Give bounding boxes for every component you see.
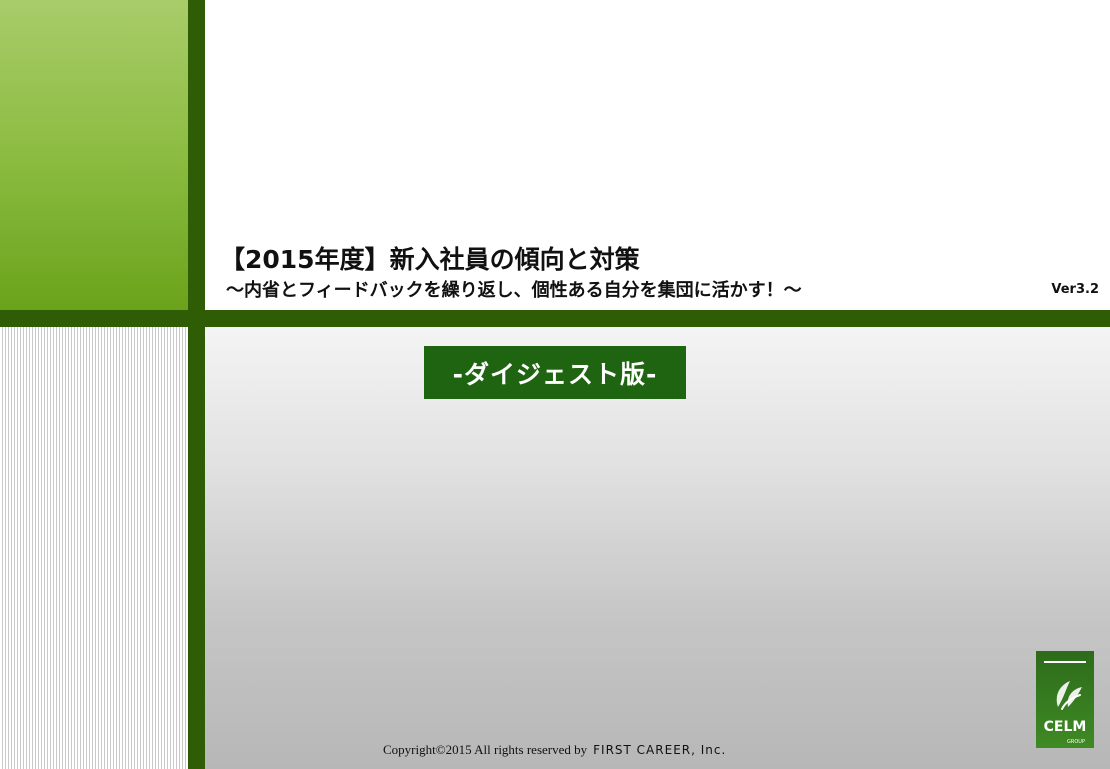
celm-group-logo: CELM GROUP [1036,651,1094,748]
vertical-divider-bar [188,0,205,769]
slide-title: 【2015年度】新入社員の傾向と対策 [220,245,640,274]
logo-subtext: GROUP [1067,739,1085,745]
company-name: FIRST CAREER, Inc. [593,743,727,757]
decorative-green-block [0,0,188,310]
copyright-text: Copyright©2015 All rights reserved by [383,742,588,757]
decorative-striped-block [0,327,188,769]
horizontal-divider-bar [0,310,1110,327]
copyright-footer: Copyright©2015 All rights reserved by FIR… [383,742,726,758]
version-label: Ver3.2 [1051,282,1099,297]
digest-edition-badge: -ダイジェスト版- [424,346,686,399]
slide-subtitle: ～内省とフィードバックを繰り返し、個性ある自分を集団に活かす！～ [226,280,802,301]
celm-logo-icon: CELM GROUP [1044,661,1087,745]
logo-text: CELM [1044,719,1087,735]
